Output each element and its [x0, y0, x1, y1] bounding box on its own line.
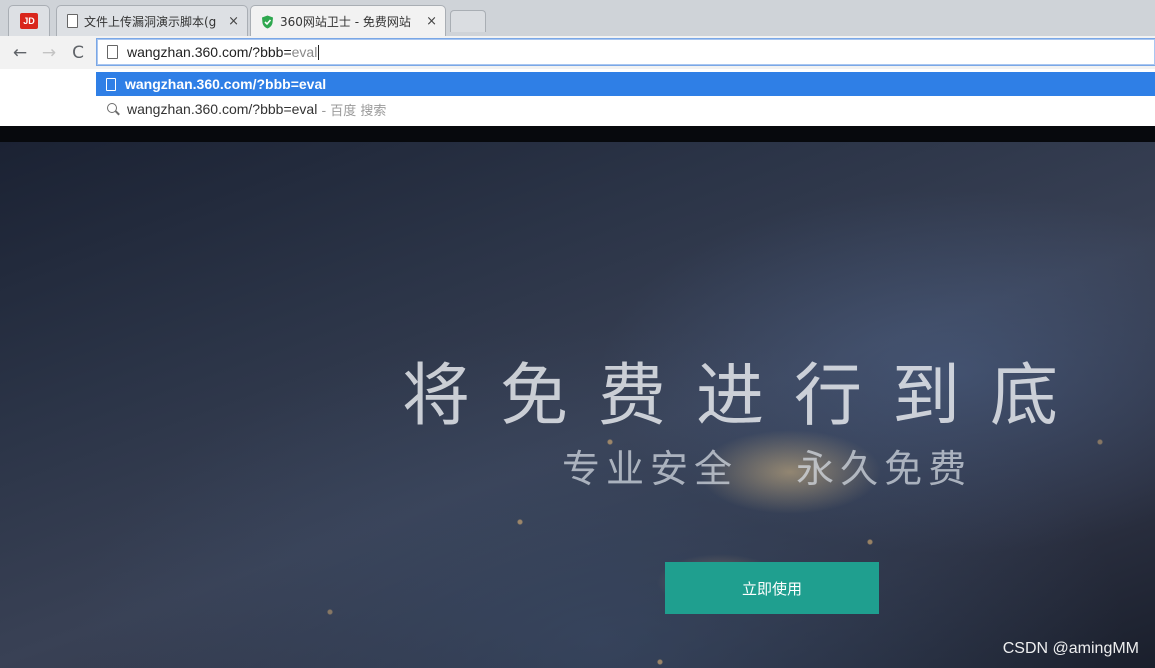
- back-arrow-icon[interactable]: ←: [8, 41, 32, 65]
- suggestion-engine: - 百度 搜索: [321, 103, 387, 119]
- suggestion-text: wangzhan.360.com/?bbb=eval: [127, 101, 318, 117]
- page-icon: [106, 77, 116, 91]
- browser-toolbar: ← → C wangzhan.360.com/?bbb= eval: [0, 36, 1155, 69]
- new-tab-button[interactable]: [450, 10, 486, 32]
- reload-icon[interactable]: C: [66, 41, 90, 65]
- suggestion-text: wangzhan.360.com/?bbb=eval: [125, 76, 327, 92]
- tab-title: 文件上传漏洞演示脚本(g: [84, 14, 217, 29]
- shield-icon: [261, 15, 274, 29]
- hero-headline: 将免费进行到底: [402, 357, 1089, 436]
- page-icon: [107, 45, 118, 59]
- address-typed-text: wangzhan.360.com/?bbb=: [127, 44, 292, 60]
- forward-arrow-icon[interactable]: →: [37, 41, 61, 65]
- tab-title: 360网站卫士 - 免费网站: [280, 15, 411, 29]
- suggestion-url[interactable]: wangzhan.360.com/?bbb=eval: [96, 72, 1155, 96]
- hero-subheadline: 专业安全 永久免费: [562, 438, 972, 493]
- tab-close-icon[interactable]: ×: [228, 14, 239, 29]
- text-caret: [318, 44, 320, 60]
- page-top-strip: [0, 126, 1155, 142]
- page-icon: [67, 14, 78, 28]
- hero-banner: 将免费进行到底 专业安全 永久免费 立即使用: [0, 142, 1155, 668]
- tab-360-wangzhan[interactable]: 360网站卫士 - 免费网站 ×: [250, 5, 446, 37]
- search-icon: [106, 102, 121, 117]
- tab-close-icon[interactable]: ×: [426, 14, 437, 29]
- csdn-watermark: CSDN @amingMM: [1002, 640, 1139, 657]
- tab-jd[interactable]: JD: [8, 5, 50, 36]
- jd-logo-text: JD: [23, 16, 35, 26]
- hero-sub-left: 专业安全: [562, 447, 739, 491]
- suggestion-search[interactable]: wangzhan.360.com/?bbb=eval - 百度 搜索: [96, 97, 1155, 121]
- tab-strip: JD 文件上传漏洞演示脚本(g × 360网站卫士 - 免费网站 ×: [0, 0, 1155, 37]
- jd-logo-icon: JD: [20, 13, 38, 29]
- omnibox-suggestions: wangzhan.360.com/?bbb=eval wangzhan.360.…: [0, 69, 1155, 127]
- hero-sub-right: 永久免费: [796, 447, 973, 491]
- address-bar[interactable]: wangzhan.360.com/?bbb= eval: [96, 38, 1155, 66]
- use-now-button[interactable]: 立即使用: [665, 562, 879, 614]
- address-autocomplete-text: eval: [291, 44, 318, 60]
- tab-upload-demo[interactable]: 文件上传漏洞演示脚本(g ×: [56, 5, 248, 36]
